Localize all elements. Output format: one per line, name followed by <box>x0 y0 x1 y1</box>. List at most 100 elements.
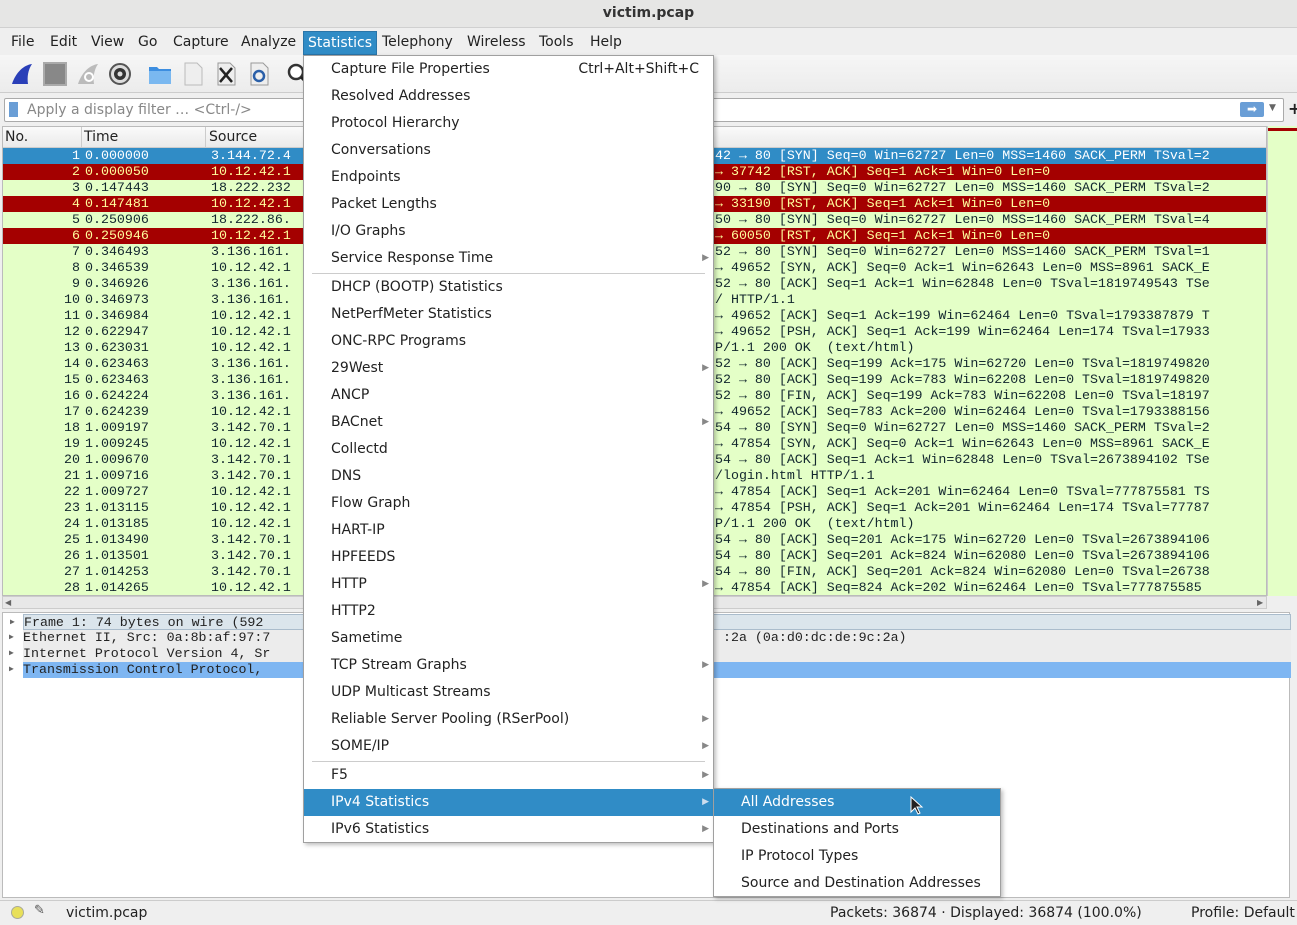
menu-item-shortcut: Ctrl+Alt+Shift+C <box>578 61 699 77</box>
expand-arrow-icon[interactable]: ▶ <box>9 630 14 646</box>
close-file-icon[interactable] <box>214 62 238 86</box>
menu-capture[interactable]: Capture <box>169 31 233 55</box>
menu-item-f5[interactable]: F5 ▶ <box>304 762 713 789</box>
submenu-item-source-and-destination-addresses[interactable]: Source and Destination Addresses <box>714 870 1000 897</box>
menu-go[interactable]: Go <box>134 31 161 55</box>
edit-comment-icon[interactable]: ✎ <box>34 903 45 918</box>
packet-info: 54 → 80 [ACK] Seq=201 Ack=175 Win=62720 … <box>715 532 1210 547</box>
menu-analyze[interactable]: Analyze <box>237 31 300 55</box>
menu-item-endpoints[interactable]: Endpoints <box>304 164 713 191</box>
column-header-source[interactable]: Source <box>209 129 257 145</box>
packet-source: 10.12.42.1 <box>211 228 291 243</box>
packet-source: 3.142.70.1 <box>211 532 291 547</box>
packet-info: → 47854 [SYN, ACK] Seq=0 Ack=1 Win=62643… <box>715 436 1210 451</box>
packet-time: 0.250906 <box>85 212 149 227</box>
column-header-time[interactable]: Time <box>84 129 118 145</box>
menu-item-some-ip[interactable]: SOME/IP ▶ <box>304 733 713 760</box>
packet-no: 8 <box>72 260 80 275</box>
status-profile[interactable]: Profile: Default <box>1191 905 1295 921</box>
packet-time: 0.250946 <box>85 228 149 243</box>
filter-placeholder: Apply a display filter … <Ctrl-/> <box>27 102 252 118</box>
menu-item-capture-file-properties[interactable]: Capture File Properties Ctrl+Alt+Shift+C <box>304 56 713 83</box>
menu-item-netperfmeter-statistics[interactable]: NetPerfMeter Statistics <box>304 301 713 328</box>
expand-arrow-icon[interactable]: ▶ <box>10 615 15 631</box>
add-filter-button-icon[interactable]: + <box>1288 99 1297 118</box>
packet-time: 1.013501 <box>85 548 149 563</box>
packet-time: 0.000000 <box>85 148 149 163</box>
ipv4-statistics-submenu: All Addresses Destinations and Ports IP Pr… <box>713 788 1001 897</box>
menu-item-hart-ip[interactable]: HART-IP <box>304 517 713 544</box>
packet-source: 3.136.161. <box>211 372 291 387</box>
menu-item-sametime[interactable]: Sametime <box>304 625 713 652</box>
submenu-item-all-addresses[interactable]: All Addresses <box>714 789 1000 816</box>
menu-item-dhcp-bootp-statistics[interactable]: DHCP (BOOTP) Statistics <box>304 274 713 301</box>
menu-item-bacnet[interactable]: BACnet ▶ <box>304 409 713 436</box>
menu-item-label: IPv6 Statistics <box>331 821 430 837</box>
menu-item-i-o-graphs[interactable]: I/O Graphs <box>304 218 713 245</box>
submenu-arrow-icon: ▶ <box>702 660 709 670</box>
menu-telephony[interactable]: Telephony <box>378 31 457 55</box>
column-header-no[interactable]: No. <box>5 129 28 145</box>
reload-file-icon[interactable] <box>247 62 271 86</box>
submenu-arrow-icon: ▶ <box>702 770 709 780</box>
expand-arrow-icon[interactable]: ▶ <box>9 662 14 678</box>
bookmark-icon[interactable] <box>9 102 18 117</box>
packet-no: 18 <box>64 420 80 435</box>
menu-item-udp-multicast-streams[interactable]: UDP Multicast Streams <box>304 679 713 706</box>
packet-no: 24 <box>64 516 80 531</box>
menu-item-http2[interactable]: HTTP2 <box>304 598 713 625</box>
packet-no: 27 <box>64 564 80 579</box>
packet-source: 10.12.42.1 <box>211 164 291 179</box>
menu-item-reliable-server-pooling-rserpool[interactable]: Reliable Server Pooling (RSerPool) ▶ <box>304 706 713 733</box>
detail-text: Ethernet II, Src: 0a:8b:af:97:7 <box>23 630 271 645</box>
menu-item-flow-graph[interactable]: Flow Graph <box>304 490 713 517</box>
menu-file[interactable]: File <box>7 31 38 55</box>
apply-filter-arrow-icon[interactable]: ➡ <box>1240 102 1264 117</box>
expand-arrow-icon[interactable]: ▶ <box>9 646 14 662</box>
menu-item-ipv6-statistics[interactable]: IPv6 Statistics ▶ <box>304 816 713 843</box>
menu-item-ipv4-statistics[interactable]: IPv4 Statistics ▶ <box>304 789 713 816</box>
menu-item-dns[interactable]: DNS <box>304 463 713 490</box>
menu-item-resolved-addresses[interactable]: Resolved Addresses <box>304 83 713 110</box>
menu-item-hpfeeds[interactable]: HPFEEDS <box>304 544 713 571</box>
options-gear-icon[interactable] <box>108 62 132 86</box>
packet-info: → 49652 [PSH, ACK] Seq=1 Ack=199 Win=624… <box>715 324 1210 339</box>
menu-item-http[interactable]: HTTP ▶ <box>304 571 713 598</box>
menu-item-29west[interactable]: 29West ▶ <box>304 355 713 382</box>
filter-history-dropdown-icon[interactable]: ▼ <box>1269 103 1276 113</box>
menu-item-label: HTTP <box>331 576 367 592</box>
packet-source: 10.12.42.1 <box>211 436 291 451</box>
submenu-item-ip-protocol-types[interactable]: IP Protocol Types <box>714 843 1000 870</box>
packet-time: 0.623463 <box>85 372 149 387</box>
stop-icon[interactable] <box>43 62 67 86</box>
menu-statistics[interactable]: Statistics <box>303 31 377 55</box>
restart-icon[interactable] <box>76 62 100 86</box>
menu-help[interactable]: Help <box>586 31 626 55</box>
menu-tools[interactable]: Tools <box>535 31 578 55</box>
packet-minimap-scrollbar[interactable] <box>1267 126 1297 596</box>
menu-edit[interactable]: Edit <box>46 31 81 55</box>
menu-item-tcp-stream-graphs[interactable]: TCP Stream Graphs ▶ <box>304 652 713 679</box>
menu-item-protocol-hierarchy[interactable]: Protocol Hierarchy <box>304 110 713 137</box>
file-icon[interactable] <box>181 62 205 86</box>
packet-info: 54 → 80 [FIN, ACK] Seq=201 Ack=824 Win=6… <box>715 564 1210 579</box>
scroll-left-icon[interactable]: ◀ <box>5 598 11 607</box>
packet-no: 7 <box>72 244 80 259</box>
menu-item-label: DHCP (BOOTP) Statistics <box>331 279 503 295</box>
menu-item-conversations[interactable]: Conversations <box>304 137 713 164</box>
scroll-right-icon[interactable]: ▶ <box>1257 598 1263 607</box>
submenu-item-destinations-and-ports[interactable]: Destinations and Ports <box>714 816 1000 843</box>
menu-view[interactable]: View <box>87 31 128 55</box>
menu-item-ancp[interactable]: ANCP <box>304 382 713 409</box>
menu-item-packet-lengths[interactable]: Packet Lengths <box>304 191 713 218</box>
packet-source: 18.222.86. <box>211 212 291 227</box>
menu-item-onc-rpc-programs[interactable]: ONC-RPC Programs <box>304 328 713 355</box>
menu-item-service-response-time[interactable]: Service Response Time ▶ <box>304 245 713 272</box>
open-folder-icon[interactable] <box>148 62 172 86</box>
shark-fin-start-icon[interactable] <box>10 62 34 86</box>
menu-item-collectd[interactable]: Collectd <box>304 436 713 463</box>
menu-wireless[interactable]: Wireless <box>463 31 530 55</box>
packet-time: 0.623031 <box>85 340 149 355</box>
expert-info-indicator-icon[interactable] <box>11 906 24 919</box>
packet-no: 16 <box>64 388 80 403</box>
